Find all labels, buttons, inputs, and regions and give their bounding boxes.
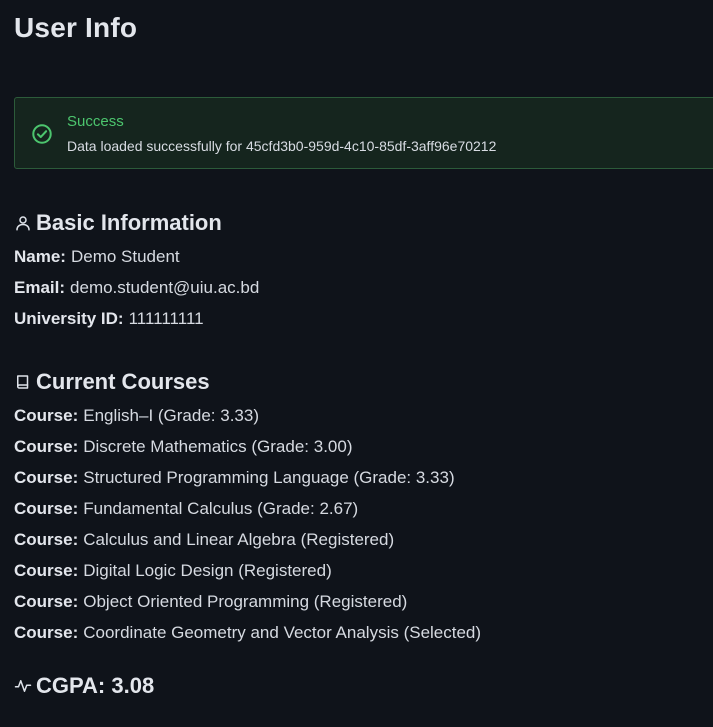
- course-row: Course: Calculus and Linear Algebra (Regi…: [14, 530, 394, 550]
- book-icon: [14, 373, 32, 391]
- course-label: Course:: [14, 499, 79, 518]
- cgpa-heading: CGPA: 3.08: [14, 673, 154, 699]
- university-id-row: University ID: 111111111: [14, 309, 204, 329]
- activity-icon: [14, 677, 32, 695]
- course-value: Object Oriented Programming (Registered): [83, 592, 408, 611]
- user-icon: [14, 214, 32, 232]
- course-value: Digital Logic Design (Registered): [83, 561, 332, 580]
- cgpa-heading-text: CGPA: 3.08: [36, 673, 155, 698]
- course-row: Course: English–I (Grade: 3.33): [14, 406, 259, 426]
- course-label: Course:: [14, 561, 79, 580]
- course-label: Course:: [14, 406, 79, 425]
- courses-heading: Current Courses: [14, 369, 210, 395]
- page-title: User Info: [14, 12, 138, 43]
- alert-title: Success: [67, 113, 124, 130]
- alert-message: Data loaded successfully for 45cfd3b0-95…: [67, 138, 497, 154]
- course-label: Course:: [14, 592, 79, 611]
- course-label: Course:: [14, 623, 79, 642]
- basic-info-heading: Basic Information: [14, 210, 222, 236]
- course-label: Course:: [14, 530, 79, 549]
- name-row: Name: Demo Student: [14, 247, 180, 267]
- check-circle-icon: [31, 123, 53, 145]
- course-row: Course: Fundamental Calculus (Grade: 2.67…: [14, 499, 358, 519]
- email-value: demo.student@uiu.ac.bd: [70, 278, 260, 297]
- course-label: Course:: [14, 468, 79, 487]
- course-value: Calculus and Linear Algebra (Registered): [83, 530, 395, 549]
- university-id-label: University ID:: [14, 309, 124, 328]
- name-label: Name:: [14, 247, 66, 266]
- basic-info-heading-text: Basic Information: [36, 210, 222, 235]
- course-value: Structured Programming Language (Grade: …: [83, 468, 455, 487]
- name-value: Demo Student: [70, 247, 180, 266]
- course-row: Course: Discrete Mathematics (Grade: 3.00…: [14, 437, 353, 457]
- success-alert: Success Data loaded successfully for 45c…: [14, 97, 713, 169]
- email-row: Email: demo.student@uiu.ac.bd: [14, 278, 259, 298]
- course-row: Course: Object Oriented Programming (Regi…: [14, 592, 407, 612]
- email-label: Email:: [14, 278, 66, 297]
- course-value: Coordinate Geometry and Vector Analysis …: [83, 623, 482, 642]
- course-value: Discrete Mathematics (Grade: 3.00): [83, 437, 353, 456]
- courses-heading-text: Current Courses: [36, 369, 210, 394]
- course-row: Course: Structured Programming Language (…: [14, 468, 455, 488]
- course-value: English–I (Grade: 3.33): [83, 406, 259, 425]
- course-row: Course: Digital Logic Design (Registered): [14, 561, 332, 581]
- university-id-value: 111111111: [128, 309, 204, 328]
- course-row: Course: Coordinate Geometry and Vector An…: [14, 623, 481, 643]
- course-label: Course:: [14, 437, 79, 456]
- course-value: Fundamental Calculus (Grade: 2.67): [83, 499, 359, 518]
